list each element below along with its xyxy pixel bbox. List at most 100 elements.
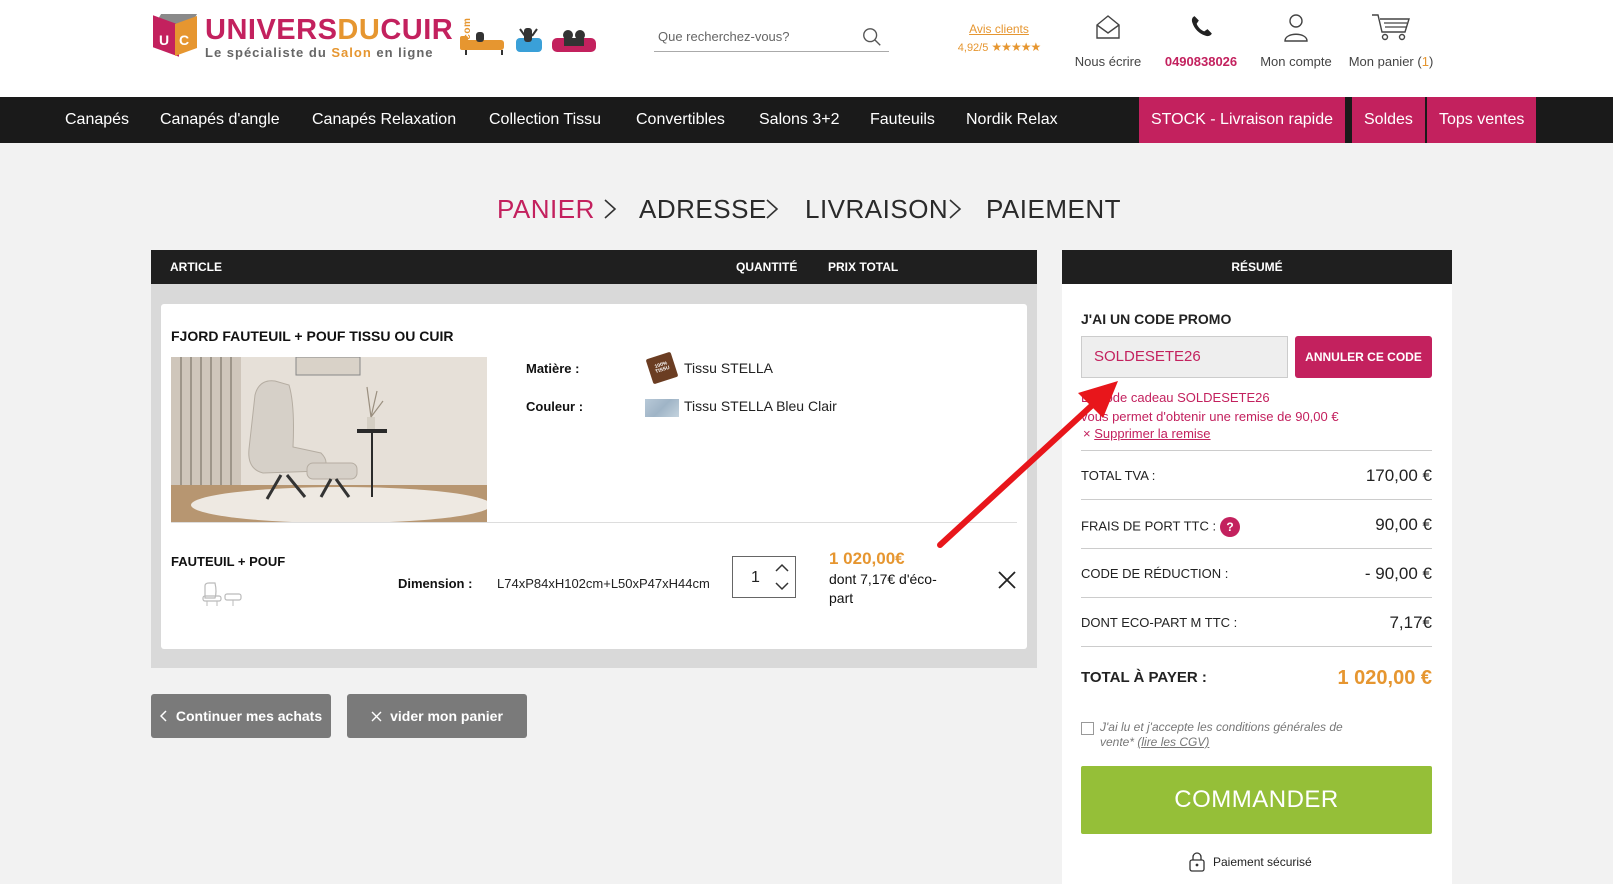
site-header: UC UNIVERSDUCUIR .com Le spécialiste du S… [0,0,1613,97]
step-panier: PANIER [497,194,595,224]
help-icon[interactable]: ? [1220,517,1241,537]
step-livraison: LIVRAISON [805,194,949,224]
cgv-link[interactable]: (lire les CGV) [1137,735,1209,749]
nav-item-nordik-relax[interactable]: Nordik Relax [966,97,1058,143]
nav-item-soldes[interactable]: Soldes [1352,97,1425,143]
nav-item-fauteuils[interactable]: Fauteuils [870,97,935,143]
blue-armchair-icon [516,28,542,52]
color-swatch [645,399,679,417]
promo-code-field[interactable]: SOLDESETE26 [1081,336,1288,378]
search-input[interactable] [654,22,854,50]
customer-reviews[interactable]: Avis clients 4,92/5 ★★★★★ [944,22,1054,54]
total-label: TOTAL À PAYER : [1081,669,1207,686]
checkout-steps: PANIER ADRESSE LIVRAISON PAIEMENT [0,192,1613,228]
matiere-label: Matière : [526,361,580,376]
promo-title: J'AI UN CODE PROMO [1081,311,1232,327]
nav-item-convertibles[interactable]: Convertibles [636,97,725,143]
total-value: 1 020,00 € [1337,667,1432,689]
armchair-pouf-icon [202,582,242,606]
nav-item-canapes-angle[interactable]: Canapés d'angle [160,97,280,143]
account-label: Mon compte [1260,54,1332,69]
couleur-label: Couleur : [526,399,584,414]
envelope-icon [1096,15,1120,39]
reviews-link[interactable]: Avis clients [944,22,1054,36]
summary-row-shipping: FRAIS DE PORT TTC :? 90,00 € [1081,499,1432,548]
account-link[interactable]: Mon compte [1256,10,1336,69]
product-image[interactable] [171,357,487,523]
summary-row-tva: TOTAL TVA :170,00 € [1081,450,1432,499]
lock-icon [1189,852,1205,872]
cancel-promo-button[interactable]: ANNULER CE CODE [1295,336,1432,378]
cart-label: Mon panier (1) [1348,54,1434,69]
chevron-left-icon [159,710,167,722]
nav-item-collection-tissu[interactable]: Collection Tissu [489,97,601,143]
chevron-up-icon[interactable] [775,563,789,573]
site-logo[interactable]: UC UNIVERSDUCUIR .com Le spécialiste du S… [151,12,483,62]
main-nav: Canapés Canapés d'angle Canapés Relaxati… [0,97,1613,143]
dimension-label: Dimension : [398,576,473,591]
phone-link[interactable]: 0490838026 [1160,10,1242,69]
search-icon[interactable] [861,26,883,48]
cart-count: 1 [1421,54,1429,69]
pink-sofa-icon [552,30,596,52]
secure-payment: Paiement sécurisé [1189,852,1312,872]
line-item-title: FAUTEUIL + POUF [171,554,286,569]
couleur-value: Tissu STELLA Bleu Clair [684,398,837,414]
summary-header: RÉSUMÉ [1062,250,1452,284]
contact-link[interactable]: Nous écrire [1072,10,1144,69]
nav-item-tops-ventes[interactable]: Tops ventes [1427,97,1537,143]
summary-row-ecopart: DONT ECO-PART M TTC :7,17€ [1081,597,1432,646]
cart-link[interactable]: Mon panier (1) [1346,10,1436,69]
col-article: ARTICLE [170,260,222,274]
col-total-price: PRIX TOTAL [828,260,899,274]
order-button[interactable]: COMMANDER [1081,766,1432,834]
summary-panel: J'AI UN CODE PROMO SOLDESETE26 ANNULER C… [1062,284,1452,884]
continue-shopping-button[interactable]: Continuer mes achats [151,694,331,738]
empty-cart-label: vider mon panier [390,708,503,724]
chevron-right-icon [604,199,617,219]
product-title[interactable]: FJORD FAUTEUIL + POUF TISSU OU CUIR [171,328,454,344]
nav-item-canapes[interactable]: Canapés [65,97,129,143]
chevron-right-icon [766,199,779,219]
nav-item-salons[interactable]: Salons 3+2 [759,97,840,143]
cart-table-header: ARTICLE QUANTITÉ PRIX TOTAL [151,250,1037,284]
matiere-value: Tissu STELLA [684,360,773,376]
cgv-checkbox[interactable] [1081,722,1094,735]
dimension-value: L74xP84xH102cm+L50xP47xH44cm [497,576,710,591]
orange-sofa-icon [460,32,504,55]
fabric-badge-icon: 100% TISSU [645,351,679,385]
cart-icon [1372,14,1410,41]
logo-brand: UNIVERSDUCUIR .com [205,13,474,46]
empty-cart-button[interactable]: vider mon panier [347,694,527,738]
promo-message: Le code cadeau SOLDESETE26 vous permet d… [1081,390,1339,424]
remove-discount-link[interactable]: × Supprimer la remise [1083,426,1211,441]
continue-shopping-label: Continuer mes achats [175,708,323,724]
eco-part-note: dont 7,17€ d'éco-part [829,571,937,606]
step-adresse: ADRESSE [639,194,767,224]
user-icon [1284,14,1308,42]
logo-sofas-illustration [460,26,598,56]
close-icon [371,711,382,721]
rating-stars-icon: ★★★★★ [991,40,1041,54]
chevron-down-icon[interactable] [775,581,789,591]
logo-cube-icon: UC [151,12,199,62]
phone-number: 0490838026 [1164,54,1238,69]
remove-item-icon[interactable] [997,570,1017,590]
contact-label: Nous écrire [1074,54,1142,69]
col-quantity: QUANTITÉ [736,260,798,274]
summary-row-discount: CODE DE RÉDUCTION :- 90,00 € [1081,548,1432,597]
armchair-photo [171,357,487,523]
step-paiement: PAIEMENT [986,194,1121,224]
quantity-stepper[interactable]: 1 [732,556,796,598]
phone-icon [1191,16,1212,37]
quantity-value[interactable]: 1 [751,569,760,587]
cart-body: FJORD FAUTEUIL + POUF TISSU OU CUIR Mati… [151,284,1037,668]
cart-item: FJORD FAUTEUIL + POUF TISSU OU CUIR Mati… [161,304,1027,649]
nav-item-stock[interactable]: STOCK - Livraison rapide [1139,97,1345,143]
line-price: 1 020,00€ [829,549,905,568]
nav-item-canapes-relaxation[interactable]: Canapés Relaxation [312,97,456,143]
logo-tagline: Le spécialiste du Salon en ligne [205,44,434,60]
summary-row-total: TOTAL À PAYER : 1 020,00 € [1081,646,1432,706]
search-bar [654,22,889,52]
divider [171,522,1017,523]
